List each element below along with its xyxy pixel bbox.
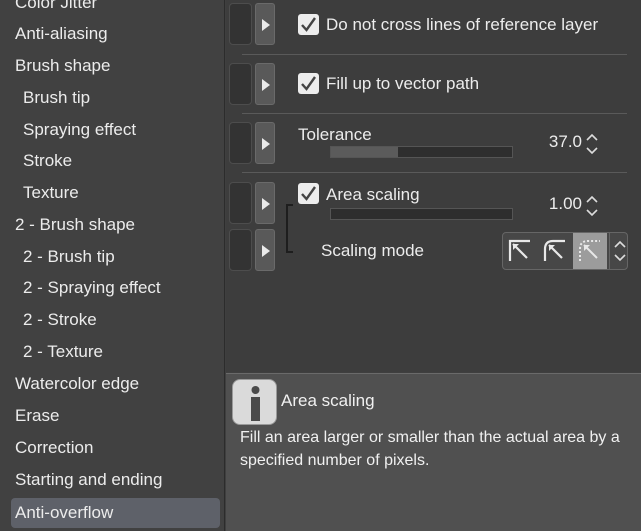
scaling-mode-selector [502,232,628,270]
expand-arrow-button[interactable] [255,229,275,271]
scale-dotted-button[interactable] [573,233,607,269]
scale-round-button[interactable] [538,233,572,269]
sidebar-item-2-brush-shape[interactable]: 2 - Brush shape [0,210,224,240]
show-in-tool-property-toggle[interactable] [229,122,252,164]
row-divider [242,54,627,55]
do-not-cross-label: Do not cross lines of reference layer [326,15,599,34]
fill-vector-checkbox[interactable] [298,73,319,94]
help-panel: Area scaling Fill an area larger or smal… [226,373,641,531]
scale-round-icon [543,239,565,261]
tolerance-slider[interactable] [330,146,513,158]
sidebar-item-starting-and-ending[interactable]: Starting and ending [0,465,224,495]
row-expand-tolerance[interactable] [229,122,275,164]
show-in-tool-property-toggle[interactable] [229,182,252,224]
scaling-mode-label: Scaling mode [321,241,425,260]
sidebar-item-anti-aliasing[interactable]: Anti-aliasing [0,19,224,49]
scale-dotted-icon [579,240,600,261]
area-scaling-value[interactable]: 1.00 [526,194,582,214]
scale-sharp-icon [508,239,530,261]
fill-vector-label: Fill up to vector path [326,74,480,93]
row-expand-fill-vector[interactable] [229,63,275,105]
sidebar-item-brush-tip[interactable]: Brush tip [0,83,224,113]
sidebar-item-2-texture[interactable]: 2 - Texture [0,337,224,367]
check-icon [301,17,316,32]
sidebar-item-spraying-effect[interactable]: Spraying effect [0,115,224,145]
settings-panel: Do not cross lines of reference layer Fi… [226,0,641,372]
sidebar-item-stroke[interactable]: Stroke [0,146,224,176]
play-arrow-icon [262,79,270,91]
play-arrow-icon [262,19,270,31]
expand-arrow-button[interactable] [255,122,275,164]
show-in-tool-property-toggle[interactable] [229,229,252,271]
check-icon [301,186,316,201]
area-scaling-label: Area scaling [326,185,420,204]
help-title: Area scaling [281,391,375,410]
row-divider [242,113,627,114]
tolerance-label: Tolerance [298,125,372,144]
area-scaling-spinner-icon[interactable] [585,193,599,219]
check-icon [301,76,316,91]
expand-arrow-button[interactable] [255,182,275,224]
scale-sharp-button[interactable] [503,233,537,269]
help-description: Fill an area larger or smaller than the … [240,429,620,469]
sidebar-item-anti-overflow[interactable]: Anti-overflow [11,498,220,528]
expand-arrow-button[interactable] [255,63,275,105]
play-arrow-icon [262,138,270,150]
scaling-mode-spinner[interactable] [609,233,629,269]
sidebar-item-2-spraying-effect[interactable]: 2 - Spraying effect [0,273,224,303]
sidebar-item-texture[interactable]: Texture [0,178,224,208]
sidebar-item-2-brush-tip[interactable]: 2 - Brush tip [0,242,224,272]
play-arrow-icon [262,245,270,257]
sidebar-item-color-jitter[interactable]: Color Jitter [0,0,224,18]
sidebar-item-2-stroke[interactable]: 2 - Stroke [0,305,224,335]
row-expand-area-scaling[interactable] [229,182,275,224]
sidebar-item-watercolor-edge[interactable]: Watercolor edge [0,369,224,399]
slider-fill [331,147,398,157]
show-in-tool-property-toggle[interactable] [229,63,252,105]
row-divider [242,172,627,173]
settings-category-list: Color Jitter Anti-aliasing Brush shape B… [0,0,225,531]
play-arrow-icon [262,198,270,210]
tolerance-spinner-icon[interactable] [585,131,599,157]
info-icon [232,379,277,425]
sidebar-item-correction[interactable]: Correction [0,433,224,463]
row-expand-do-not-cross[interactable] [229,3,275,45]
do-not-cross-checkbox[interactable] [298,14,319,35]
sidebar-item-erase[interactable]: Erase [0,401,224,431]
sidebar-item-brush-shape[interactable]: Brush shape [0,51,224,81]
link-bracket-icon [286,204,293,253]
row-expand-scaling-mode[interactable] [229,229,275,271]
area-scaling-slider[interactable] [330,208,513,220]
expand-arrow-button[interactable] [255,3,275,45]
show-in-tool-property-toggle[interactable] [229,3,252,45]
chevron-updown-icon [614,240,626,262]
tolerance-value[interactable]: 37.0 [526,132,582,152]
area-scaling-checkbox[interactable] [298,183,319,204]
